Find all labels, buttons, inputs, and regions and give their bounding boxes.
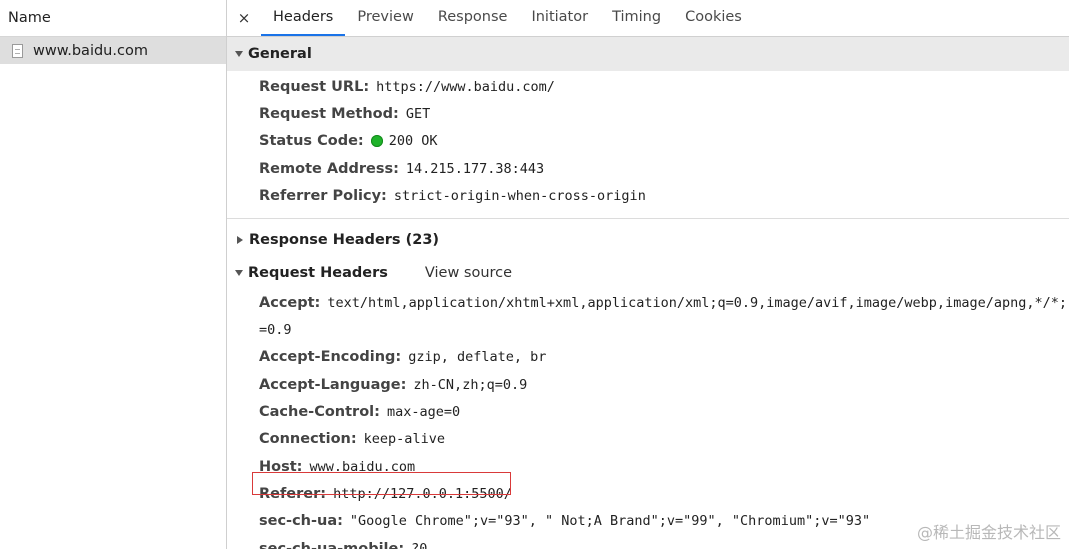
- request-list-panel: Name www.baidu.com: [0, 0, 227, 549]
- header-row-accept-encoding: Accept-Encoding: gzip, deflate, br: [227, 344, 1069, 371]
- header-row-host: Host: www.baidu.com: [227, 453, 1069, 480]
- header-row-status-code: Status Code: 200 OK: [227, 128, 1069, 155]
- tab-response[interactable]: Response: [426, 0, 520, 36]
- collapse-triangle-icon: [237, 235, 243, 244]
- header-key: Accept-Language:: [259, 376, 407, 393]
- section-divider: [227, 218, 1069, 220]
- header-value: gzip, deflate, br: [408, 349, 547, 366]
- header-key: Host:: [259, 458, 303, 475]
- header-row-connection: Connection: keep-alive: [227, 426, 1069, 453]
- header-value: strict-origin-when-cross-origin: [393, 187, 646, 204]
- tab-initiator[interactable]: Initiator: [519, 0, 600, 36]
- request-headers-title: Request Headers: [248, 264, 388, 281]
- header-key: Remote Address:: [259, 160, 399, 177]
- header-row-cache-control: Cache-Control: max-age=0: [227, 398, 1069, 425]
- name-column-header[interactable]: Name: [0, 0, 226, 37]
- request-headers-section-header[interactable]: Request Headers View source: [227, 256, 1069, 289]
- view-source-link[interactable]: View source: [425, 265, 512, 281]
- header-key: sec-ch-ua-mobile:: [259, 540, 405, 549]
- header-row-referrer-policy: Referrer Policy: strict-origin-when-cros…: [227, 182, 1069, 209]
- expand-triangle-icon: [235, 51, 243, 57]
- header-row-accept-continued: =0.9: [227, 317, 1069, 344]
- response-headers-section-header[interactable]: Response Headers (23): [227, 223, 1069, 256]
- name-column-label: Name: [8, 10, 51, 26]
- tab-cookies[interactable]: Cookies: [673, 0, 754, 36]
- header-key: sec-ch-ua:: [259, 513, 343, 530]
- header-value: zh-CN,zh;q=0.9: [413, 376, 528, 393]
- general-section-header[interactable]: General: [227, 37, 1069, 71]
- header-value: www.baidu.com: [309, 458, 416, 475]
- header-key: Accept-Encoding:: [259, 349, 402, 366]
- request-name: www.baidu.com: [33, 42, 148, 59]
- header-value: text/html,application/xhtml+xml,applicat…: [327, 295, 1067, 312]
- header-value: keep-alive: [363, 431, 445, 448]
- header-key: Status Code:: [259, 133, 364, 150]
- header-key: Accept:: [259, 295, 321, 312]
- status-ok-icon: [370, 135, 383, 148]
- document-icon: [12, 43, 23, 58]
- header-row-remote-address: Remote Address: 14.215.177.38:443: [227, 155, 1069, 182]
- header-row-request-method: Request Method: GET: [227, 100, 1069, 127]
- header-key: Cache-Control:: [259, 404, 380, 421]
- header-value: "Google Chrome";v="93", " Not;A Brand";v…: [349, 513, 871, 530]
- header-row-request-url: Request URL: https://www.baidu.com/: [227, 73, 1069, 100]
- details-tab-bar: × Headers Preview Response Initiator Tim…: [227, 0, 1069, 37]
- header-key: Request Method:: [259, 105, 399, 122]
- request-row[interactable]: www.baidu.com: [0, 37, 226, 64]
- header-row-accept: Accept: text/html,application/xhtml+xml,…: [227, 289, 1069, 316]
- tab-timing[interactable]: Timing: [600, 0, 673, 36]
- header-value: https://www.baidu.com/: [376, 78, 555, 95]
- header-key: Referrer Policy:: [259, 187, 387, 204]
- header-value: 200 OK: [388, 133, 438, 150]
- header-value: 14.215.177.38:443: [405, 160, 545, 177]
- header-value: GET: [405, 105, 431, 122]
- header-row-referer: Referer: http://127.0.0.1:5500/: [227, 480, 1069, 507]
- response-headers-title: Response Headers (23): [249, 231, 440, 248]
- header-row-accept-language: Accept-Language: zh-CN,zh;q=0.9: [227, 371, 1069, 398]
- header-value: http://127.0.0.1:5500/: [333, 485, 512, 502]
- header-value: max-age=0: [386, 404, 461, 421]
- header-key: Connection:: [259, 431, 357, 448]
- header-value: ?0: [411, 540, 428, 549]
- tab-headers[interactable]: Headers: [261, 0, 346, 36]
- close-icon[interactable]: ×: [233, 0, 255, 36]
- expand-triangle-icon: [235, 269, 243, 276]
- details-panel: × Headers Preview Response Initiator Tim…: [227, 0, 1069, 549]
- tab-preview[interactable]: Preview: [345, 0, 425, 36]
- header-value: =0.9: [259, 322, 292, 339]
- watermark: @稀土掘金技术社区: [916, 523, 1061, 542]
- header-key: Referer:: [259, 485, 327, 502]
- general-title: General: [248, 46, 312, 62]
- header-key: Request URL:: [259, 78, 370, 95]
